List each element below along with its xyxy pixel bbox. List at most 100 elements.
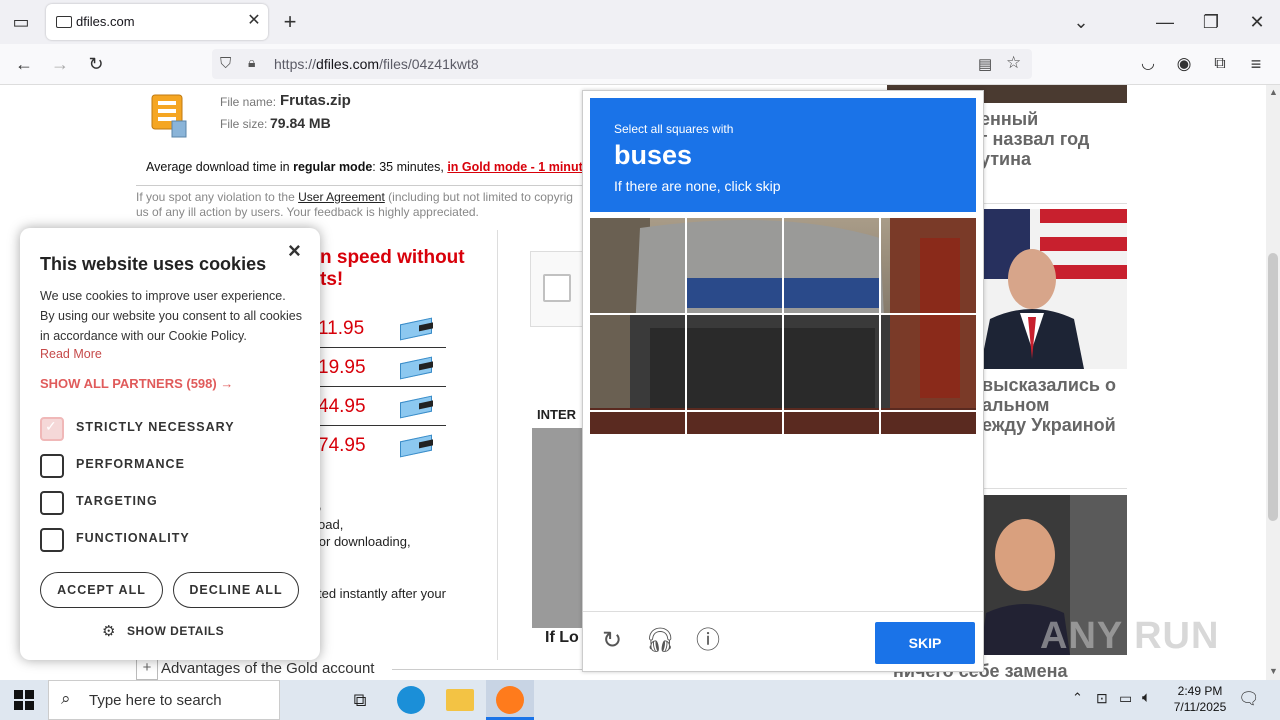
- checkbox-targeting[interactable]: [40, 491, 64, 515]
- minimize-icon[interactable]: —: [1150, 8, 1180, 36]
- gold-mode-link[interactable]: in Gold mode - 1 minut: [447, 160, 582, 174]
- captcha-tile[interactable]: [590, 218, 685, 313]
- divider: [392, 669, 584, 670]
- file-explorer-icon[interactable]: [446, 689, 474, 711]
- captcha-hint: If there are none, click skip: [614, 178, 781, 194]
- price-1[interactable]: 11.95: [318, 318, 364, 340]
- news-1-line-3[interactable]: утина: [980, 149, 1031, 169]
- restore-icon[interactable]: ❐: [1196, 8, 1226, 36]
- label-strictly-necessary: STRICTLY NECESSARY: [76, 420, 235, 434]
- shield-icon[interactable]: ⛉: [220, 55, 238, 73]
- gear-icon[interactable]: ⚙: [102, 622, 115, 640]
- captcha-tile[interactable]: [687, 412, 782, 434]
- favicon-icon: [56, 16, 72, 28]
- captcha-tile[interactable]: [784, 315, 879, 410]
- news-1-line-2[interactable]: г назвал год: [980, 129, 1089, 149]
- skip-button[interactable]: SKIP: [875, 622, 975, 664]
- close-tab-icon[interactable]: ✕: [244, 10, 264, 32]
- bookmark-star-icon[interactable]: ☆: [1006, 53, 1021, 73]
- advantages-link[interactable]: Advantages of the Gold account: [161, 660, 374, 677]
- reload-icon[interactable]: ↻: [81, 50, 111, 78]
- captcha-checkbox[interactable]: [543, 274, 571, 302]
- chevron-down-icon[interactable]: ⌄: [1066, 8, 1096, 36]
- checkbox-performance[interactable]: [40, 454, 64, 478]
- captcha-tile[interactable]: [881, 218, 976, 313]
- reload-challenge-icon[interactable]: ↻: [597, 626, 627, 656]
- network-icon[interactable]: ⊡: [1096, 690, 1108, 707]
- volume-icon[interactable]: 🔈︎: [1142, 689, 1151, 706]
- window-close-icon[interactable]: ✕: [1242, 8, 1272, 36]
- scroll-thumb[interactable]: [1268, 253, 1278, 521]
- file-name: Frutas.zip: [280, 92, 351, 109]
- firefox-taskbar-button[interactable]: [486, 680, 534, 720]
- accept-all-button[interactable]: ACCEPT ALL: [40, 572, 163, 608]
- url-domain: dfiles.com: [316, 56, 380, 72]
- divider: [318, 386, 446, 387]
- grid-line: [590, 410, 976, 412]
- captcha-instruction: Select all squares with: [614, 122, 734, 136]
- url-path: /files/04z41kwt8: [379, 56, 479, 72]
- expand-icon[interactable]: +: [136, 658, 158, 680]
- menu-icon[interactable]: ≡: [1241, 50, 1271, 78]
- captcha-tile[interactable]: [687, 315, 782, 410]
- news-2-line-2[interactable]: альном: [982, 395, 1049, 415]
- windows-start-icon[interactable]: [14, 690, 34, 710]
- forward-icon[interactable]: →: [45, 50, 75, 78]
- back-icon[interactable]: ←: [9, 50, 39, 78]
- captcha-tile[interactable]: [784, 218, 879, 313]
- notification-icon[interactable]: 🗨︎: [1238, 689, 1260, 709]
- article-title[interactable]: If Lo: [545, 629, 579, 647]
- reader-view-icon[interactable]: ▤: [978, 55, 992, 73]
- tab-dfiles[interactable]: dfiles.com ✕: [46, 4, 268, 40]
- tab-list-icon[interactable]: ▭: [6, 8, 36, 36]
- url-prefix: https://: [274, 56, 317, 72]
- show-partners-link[interactable]: SHOW ALL PARTNERS (598) →: [40, 376, 233, 391]
- scroll-up-icon[interactable]: ▲: [1269, 87, 1278, 97]
- scroll-down-icon[interactable]: ▼: [1269, 666, 1278, 676]
- captcha-tile[interactable]: [687, 218, 782, 313]
- info-icon[interactable]: ⓘ: [693, 626, 723, 656]
- grid-line: [879, 218, 881, 434]
- show-details-button[interactable]: SHOW DETAILS: [127, 624, 224, 638]
- lock-icon[interactable]: 🔒︎: [248, 54, 264, 72]
- decline-all-button[interactable]: DECLINE ALL: [173, 572, 299, 608]
- news-2-line-1[interactable]: высказались о: [982, 375, 1116, 395]
- taskbar-clock[interactable]: 2:49 PM 7/11/2025: [1160, 683, 1240, 715]
- url-bar[interactable]: ⛉ 🔒︎ https://dfiles.com/files/04z41kwt8 …: [212, 49, 1032, 79]
- checkbox-functionality[interactable]: [40, 528, 64, 552]
- extensions-icon[interactable]: ⧉: [1205, 50, 1235, 78]
- headphones-icon[interactable]: 🎧︎: [645, 626, 675, 656]
- task-view-icon[interactable]: ⧉: [346, 686, 374, 714]
- news-2-line-3[interactable]: ежду Украиной: [982, 415, 1116, 435]
- captcha-tile[interactable]: [881, 315, 976, 410]
- checkbox-strictly-necessary[interactable]: ✓: [40, 417, 64, 441]
- cookie-title: This website uses cookies: [40, 254, 267, 274]
- account-icon[interactable]: ◉: [1169, 50, 1199, 78]
- price-2[interactable]: 19.95: [318, 357, 366, 379]
- price-4[interactable]: 74.95: [318, 435, 366, 457]
- gold-feature-2: oad,: [318, 517, 344, 532]
- new-tab-icon[interactable]: +: [275, 8, 305, 36]
- news-1-line-1[interactable]: енный: [980, 109, 1038, 129]
- close-icon[interactable]: ×: [288, 238, 301, 264]
- captcha-tile[interactable]: [784, 412, 879, 434]
- taskbar-search[interactable]: ⌕ Type here to search: [48, 680, 280, 720]
- regular-mode: regular mode: [293, 160, 373, 174]
- captcha-tile[interactable]: [590, 315, 685, 410]
- clock-time: 2:49 PM: [1177, 684, 1223, 698]
- search-icon: ⌕: [61, 689, 71, 708]
- read-more-link[interactable]: Read More: [40, 347, 102, 361]
- captcha-tile[interactable]: [590, 412, 685, 434]
- price-3[interactable]: 44.95: [318, 396, 366, 418]
- grid-line: [685, 218, 687, 434]
- captcha-tile[interactable]: [881, 412, 976, 434]
- page-scrollbar[interactable]: ▲ ▼: [1266, 85, 1280, 680]
- edge-icon[interactable]: [397, 686, 425, 714]
- url-text[interactable]: https://dfiles.com/files/04z41kwt8: [274, 56, 479, 72]
- article-image[interactable]: [532, 428, 584, 628]
- pocket-icon[interactable]: ◡: [1133, 50, 1163, 78]
- user-agreement-link[interactable]: User Agreement: [298, 190, 385, 204]
- wifi-icon[interactable]: ▭: [1119, 690, 1132, 707]
- news-image-2[interactable]: [980, 209, 1127, 369]
- chevron-up-icon[interactable]: ⌃: [1072, 690, 1083, 706]
